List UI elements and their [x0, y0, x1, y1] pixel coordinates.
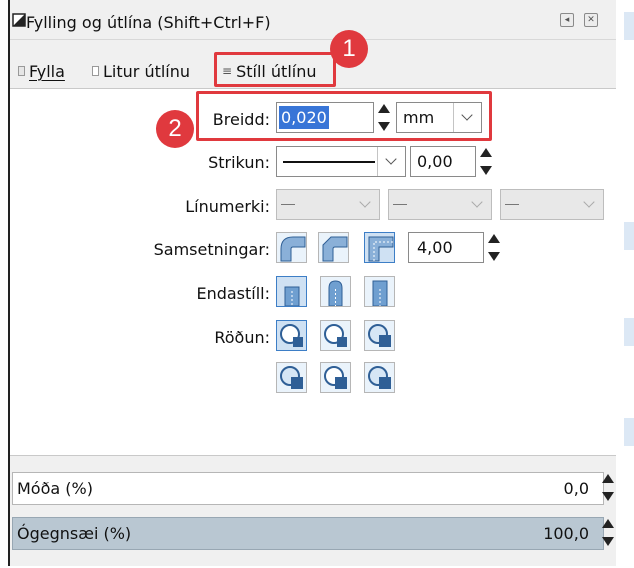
width-field[interactable]: 0,020	[276, 102, 374, 133]
dash-offset-field[interactable]: 0,00	[410, 146, 476, 177]
dash-dropdown-button[interactable]	[377, 147, 405, 176]
opacity-label: Ógegnsæi (%)	[17, 524, 132, 543]
butt-cap-button[interactable]	[276, 276, 307, 307]
tab-stroke-paint[interactable]: Litur útlínu	[92, 60, 190, 82]
dialog-title: Fylling og útlína (Shift+Ctrl+F)	[26, 13, 271, 32]
stroke-style-panel	[10, 88, 616, 456]
round-join-button[interactable]	[276, 232, 307, 263]
bevel-join-button[interactable]	[318, 232, 349, 263]
tab-stroke-paint-label: Litur útlínu	[103, 61, 191, 81]
stroke-style-tab-icon: ≡	[222, 64, 233, 78]
opacity-value: 100,0	[543, 524, 589, 543]
join-label: Samsetningar:	[153, 240, 270, 259]
end-marker-select[interactable]	[500, 189, 604, 220]
order-fill-markers-icon	[368, 324, 391, 347]
round-join-icon	[280, 236, 306, 262]
miter-limit-field[interactable]: 4,00	[408, 232, 484, 263]
edge-mark	[624, 222, 634, 250]
order-fill-markers-stroke-button[interactable]	[364, 320, 395, 351]
width-label: Breidd:	[212, 110, 270, 129]
butt-cap-icon	[284, 286, 300, 307]
dash-offset-value: 0,00	[417, 152, 453, 171]
dash-offset-spinner[interactable]	[480, 146, 492, 177]
miter-join-icon	[368, 236, 394, 262]
width-value: 0,020	[279, 106, 329, 129]
width-spinner[interactable]	[378, 102, 390, 133]
order-stroke-markers-icon	[324, 366, 347, 389]
opacity-slider[interactable]: Ógegnsæi (%) 100,0	[12, 517, 604, 550]
marker-preview	[393, 204, 407, 205]
blur-spinner[interactable]	[602, 472, 614, 503]
bevel-join-icon	[322, 236, 348, 262]
order-stroke-markers-fill-button[interactable]	[320, 362, 351, 393]
order-normal-button[interactable]	[276, 320, 307, 351]
order-stroke-fill-markers-button[interactable]	[320, 320, 351, 351]
square-cap-icon	[372, 280, 388, 307]
blur-label: Móða (%)	[17, 479, 93, 498]
solid-line-preview	[283, 161, 375, 163]
order-markers-fill-stroke-button[interactable]	[276, 362, 307, 393]
round-cap-icon	[328, 280, 343, 307]
markers-label: Línumerki:	[185, 197, 270, 216]
callout-badge: 2	[156, 110, 194, 148]
unit-dropdown-button[interactable]	[453, 103, 481, 132]
dash-select[interactable]	[276, 146, 406, 177]
order-markers-stroke-icon	[368, 366, 391, 389]
background-window-edge	[617, 0, 634, 568]
chevron-down-icon	[471, 196, 483, 208]
start-marker-select[interactable]	[276, 189, 380, 220]
order-label: Röðun:	[214, 328, 270, 347]
blur-slider[interactable]: Móða (%) 0,0	[12, 472, 604, 505]
opacity-spinner[interactable]	[602, 517, 614, 548]
order-markers-stroke-fill-button[interactable]	[364, 362, 395, 393]
chevron-down-icon	[461, 109, 473, 121]
blur-value: 0,0	[563, 479, 589, 498]
tab-stroke-style[interactable]: ≡ Stíll útlínu	[222, 60, 317, 82]
cap-label: Endastíll:	[196, 284, 270, 303]
miter-limit-spinner[interactable]	[488, 232, 500, 263]
order-normal-icon	[280, 324, 303, 347]
tab-fill[interactable]: Fylla	[18, 60, 65, 82]
iconify-icon[interactable]: ◂	[560, 13, 574, 27]
edge-mark	[624, 418, 634, 446]
dash-label: Strikun:	[208, 153, 270, 172]
tab-stroke-style-label: Stíll útlínu	[236, 61, 317, 81]
edge-mark	[624, 12, 634, 40]
marker-preview	[505, 204, 519, 205]
miter-join-button[interactable]	[364, 232, 395, 263]
chevron-down-icon	[359, 196, 371, 208]
fill-stroke-icon	[12, 13, 26, 27]
tab-fill-label: Fylla	[29, 61, 65, 81]
miter-limit-value: 4,00	[417, 238, 453, 257]
edge-mark	[624, 318, 634, 346]
round-cap-button[interactable]	[320, 276, 351, 307]
chevron-down-icon	[385, 153, 397, 165]
stroke-paint-tab-icon	[92, 66, 99, 76]
square-cap-button[interactable]	[364, 276, 395, 307]
callout-badge: 1	[330, 30, 368, 68]
chevron-down-icon	[583, 196, 595, 208]
order-markers-fill-icon	[280, 366, 303, 389]
fill-tab-icon	[18, 66, 25, 76]
mid-marker-select[interactable]	[388, 189, 492, 220]
order-stroke-fill-icon	[324, 324, 347, 347]
close-icon[interactable]: ✕	[584, 13, 598, 27]
marker-preview	[281, 204, 295, 205]
unit-select[interactable]: mm	[396, 102, 482, 133]
unit-value: mm	[403, 108, 435, 127]
